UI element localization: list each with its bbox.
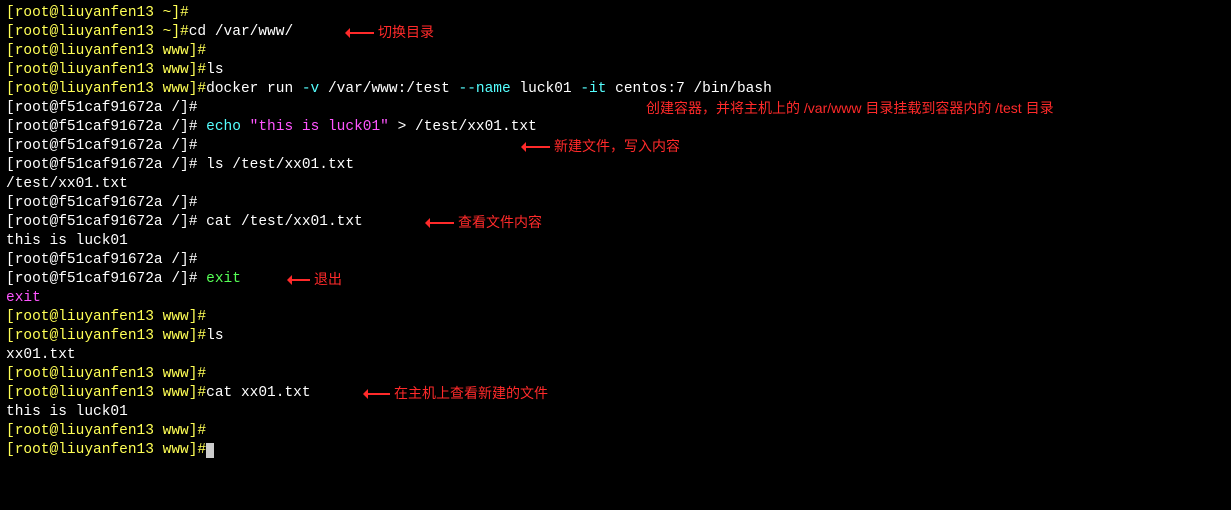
annotation-text: 查看文件内容 <box>458 213 542 232</box>
terminal-text: this is luck01 <box>6 233 128 249</box>
terminal-text: [root@liuyanfen13 www]# <box>6 62 206 78</box>
terminal-text: [root@liuyanfen13 www]# <box>6 309 206 325</box>
terminal-text: [root@f51caf91672a /]# <box>6 100 197 116</box>
terminal-text: exit <box>6 290 41 306</box>
arrow-left-icon <box>522 146 550 148</box>
terminal-line: [root@liuyanfen13 www]#docker run -v /va… <box>6 80 1225 99</box>
terminal-text: -it <box>580 81 606 97</box>
terminal-text: [root@f51caf91672a /]# cat /test/xx01.tx… <box>6 214 363 230</box>
cursor <box>206 443 214 458</box>
terminal-line: [root@f51caf91672a /]# cat /test/xx01.tx… <box>6 213 1225 232</box>
annotation: 新建文件，写入内容 <box>522 137 680 156</box>
terminal-text: xx01.txt <box>6 347 76 363</box>
terminal-text: luck01 <box>511 81 581 97</box>
arrow-left-icon <box>288 279 310 281</box>
terminal-line: [root@f51caf91672a /]# echo "this is luc… <box>6 118 1225 137</box>
terminal-line: [root@f51caf91672a /]# ls /test/xx01.txt <box>6 156 1225 175</box>
terminal-line: [root@liuyanfen13 www]#cat xx01.txt 在主机上查… <box>6 384 1225 403</box>
terminal-line: xx01.txt <box>6 346 1225 365</box>
annotation-text: 创建容器，并将主机上的 /var/www 目录挂载到容器内的 /test 目录 <box>646 99 1054 118</box>
terminal-line: [root@liuyanfen13 www]# <box>6 422 1225 441</box>
terminal-text: [root@f51caf91672a /]# <box>6 119 206 135</box>
terminal-line: [root@f51caf91672a /]# exit 退出 <box>6 270 1225 289</box>
terminal-line: [root@f51caf91672a /]# 创建容器，并将主机上的 /var/w… <box>6 99 1225 118</box>
annotation: 退出 <box>288 270 342 289</box>
terminal-line: [root@liuyanfen13 www]# <box>6 308 1225 327</box>
annotation-text: 切换目录 <box>378 23 434 42</box>
annotation: 在主机上查看新建的文件 <box>364 384 548 403</box>
terminal-text: > /test/xx01.txt <box>389 119 537 135</box>
annotation: 切换目录 <box>346 23 434 42</box>
arrow-left-icon <box>364 393 390 395</box>
terminal-text: [root@liuyanfen13 www]# <box>6 442 206 458</box>
terminal-text: docker run <box>206 81 302 97</box>
terminal-text: [root@f51caf91672a /]# ls /test/xx01.txt <box>6 157 354 173</box>
annotation: 查看文件内容 <box>426 213 542 232</box>
terminal-text: [root@f51caf91672a /]# <box>6 252 197 268</box>
annotation-text: 新建文件，写入内容 <box>554 137 680 156</box>
terminal-line: [root@f51caf91672a /]# 新建文件，写入内容 <box>6 137 1225 156</box>
annotation-text: 退出 <box>314 270 342 289</box>
terminal-line: [root@liuyanfen13 ~]#cd /var/www/切换目录 <box>6 23 1225 42</box>
terminal-text: [root@liuyanfen13 ~]# <box>6 5 189 21</box>
arrow-left-icon <box>346 32 374 34</box>
terminal-line: this is luck01 <box>6 232 1225 251</box>
terminal-text: ls <box>206 328 223 344</box>
terminal-text: [root@f51caf91672a /]# <box>6 195 197 211</box>
terminal-output: [root@liuyanfen13 ~]#[root@liuyanfen13 ~… <box>6 4 1225 460</box>
terminal-line: [root@liuyanfen13 www]#ls <box>6 327 1225 346</box>
annotation: 创建容器，并将主机上的 /var/www 目录挂载到容器内的 /test 目录 <box>646 99 1054 118</box>
terminal-line: [root@liuyanfen13 ~]# <box>6 4 1225 23</box>
terminal-text: cat xx01.txt <box>206 385 310 401</box>
annotation-text: 在主机上查看新建的文件 <box>394 384 548 403</box>
terminal-text: cd /var/www/ <box>189 24 293 40</box>
terminal-text <box>241 119 250 135</box>
terminal-text: echo <box>206 119 241 135</box>
terminal-text: "this is luck01" <box>250 119 389 135</box>
terminal-text: [root@liuyanfen13 www]# <box>6 366 206 382</box>
terminal-line: [root@liuyanfen13 www]# <box>6 441 1225 460</box>
terminal-text: /test/xx01.txt <box>6 176 128 192</box>
terminal-text: [root@liuyanfen13 www]# <box>6 328 206 344</box>
terminal-text: ls <box>206 62 223 78</box>
terminal-line: [root@liuyanfen13 www]# <box>6 365 1225 384</box>
terminal-text: this is luck01 <box>6 404 128 420</box>
terminal-line: [root@liuyanfen13 www]#ls <box>6 61 1225 80</box>
terminal-text: [root@liuyanfen13 www]# <box>6 81 206 97</box>
terminal-text: [root@f51caf91672a /]# <box>6 271 206 287</box>
terminal-text: [root@liuyanfen13 ~]# <box>6 24 189 40</box>
terminal-text: -v <box>302 81 319 97</box>
terminal-text: exit <box>206 271 241 287</box>
terminal-text: [root@liuyanfen13 www]# <box>6 423 206 439</box>
terminal-text: /var/www:/test <box>319 81 458 97</box>
terminal-line: /test/xx01.txt <box>6 175 1225 194</box>
terminal-text: [root@f51caf91672a /]# <box>6 138 197 154</box>
terminal-line: [root@liuyanfen13 www]# <box>6 42 1225 61</box>
terminal-line: this is luck01 <box>6 403 1225 422</box>
terminal-text: centos:7 /bin/bash <box>606 81 771 97</box>
terminal-line: exit <box>6 289 1225 308</box>
arrow-left-icon <box>426 222 454 224</box>
terminal-line: [root@f51caf91672a /]# <box>6 251 1225 270</box>
terminal-text: [root@liuyanfen13 www]# <box>6 43 206 59</box>
terminal-line: [root@f51caf91672a /]# <box>6 194 1225 213</box>
terminal-text: [root@liuyanfen13 www]# <box>6 385 206 401</box>
terminal-text: --name <box>459 81 511 97</box>
